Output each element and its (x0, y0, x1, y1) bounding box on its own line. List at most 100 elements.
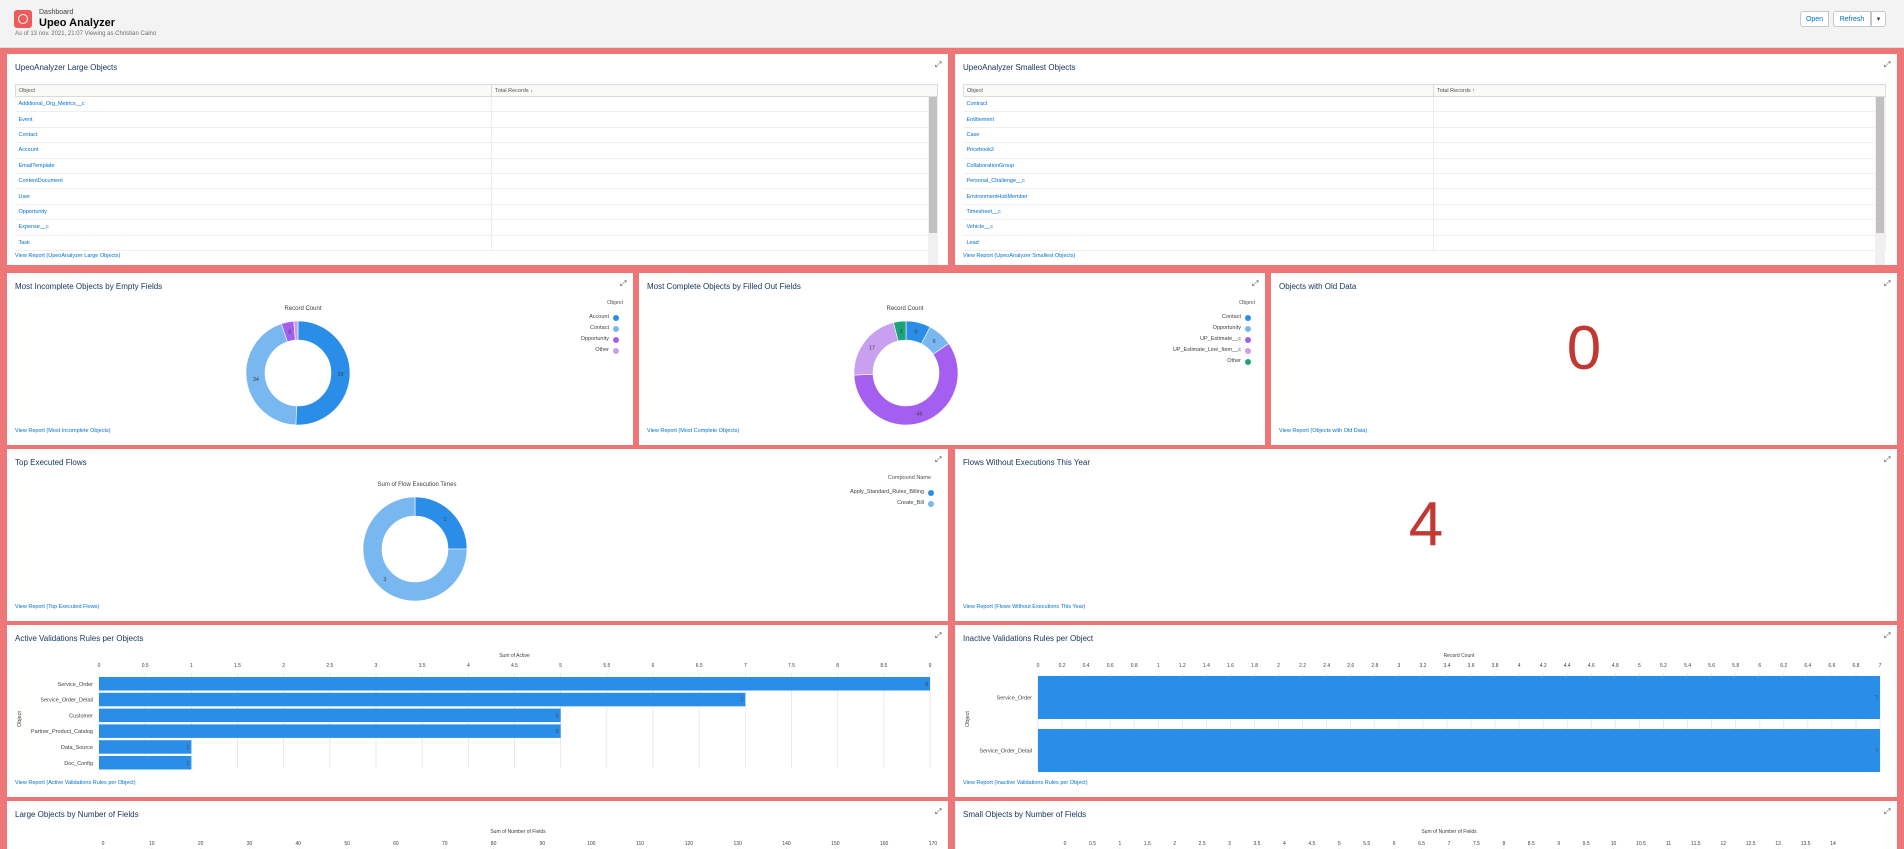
legend-item[interactable]: Other (409, 347, 609, 353)
tick-label: 5.8 (1732, 663, 1739, 669)
tick-label: 0.8 (1131, 663, 1138, 669)
cell-object[interactable]: Personal_Challenge__c (963, 173, 1434, 190)
view-report-link[interactable]: View Report (Inactive Validations Rules … (963, 780, 1088, 786)
cell-object[interactable]: Entitlement (963, 111, 1434, 128)
legend-item[interactable]: Contact (1041, 314, 1241, 320)
column-header-object[interactable]: Object (15, 84, 492, 97)
table-row: Personal_Challenge__c (963, 173, 1886, 190)
cell-object[interactable]: Contact (15, 127, 492, 144)
cell-value: 13 (491, 127, 938, 144)
donut-slice-apply-standard-rules-billing[interactable] (414, 496, 468, 550)
category-label: Data_Source (61, 745, 93, 751)
cell-object[interactable]: User (15, 188, 492, 205)
bar-service-order[interactable] (99, 677, 930, 691)
cell-object[interactable]: Pricebook2 (963, 142, 1434, 159)
view-report-link[interactable]: View Report (Active Validations Rules pe… (15, 780, 136, 786)
cell-object[interactable]: ContentDocument (15, 173, 492, 190)
view-report-link[interactable]: View Report (Flows Without Executions Th… (963, 604, 1085, 610)
header-subtitle: As of 13 nov. 2021, 21:07 Viewing as Chr… (15, 31, 157, 37)
expand-icon[interactable]: ⤢ (1884, 61, 1891, 69)
cell-object[interactable]: Additional_Org_Metrics__c (15, 96, 492, 113)
legend-item[interactable]: Contact (409, 325, 609, 331)
legend-item[interactable]: UP_Estimate_Line_Item__c (1041, 347, 1241, 353)
tick-label: 7 (1448, 841, 1451, 847)
tick-label: 13 (1775, 841, 1781, 847)
chevron-down-icon[interactable]: ▾ (1871, 11, 1886, 27)
cell-object[interactable]: Expense__c (15, 219, 492, 236)
column-header-total[interactable]: Total Records ↓ (491, 84, 938, 97)
legend-item[interactable]: Opportunity (409, 336, 609, 342)
legend-color-dot (613, 348, 619, 354)
column-header-total[interactable]: Total Records ↑ (1433, 84, 1886, 97)
expand-icon[interactable]: ⤢ (935, 456, 942, 464)
table-scrollbar[interactable] (1875, 97, 1885, 265)
legend-item[interactable]: Create_Bill (724, 500, 924, 506)
tick-label: 12.5 (1746, 841, 1756, 847)
bar-doc-config[interactable] (99, 756, 192, 770)
cell-object[interactable]: Account (15, 142, 492, 159)
view-report-link[interactable]: View Report (Top Executed Flows) (15, 604, 99, 610)
scrollbar-thumb[interactable] (1876, 97, 1884, 233)
tick-label: 6.2 (1780, 663, 1787, 669)
top-flows-panel: Top Executed Flows ⤢ Sum of Flow Executi… (7, 449, 948, 621)
legend-item[interactable]: Apply_Standard_Rules_Billing (724, 489, 924, 495)
legend-item[interactable]: Opportunity (1041, 325, 1241, 331)
bar-data-source[interactable] (99, 740, 192, 754)
expand-icon[interactable]: ⤢ (1252, 280, 1259, 288)
cell-object[interactable]: Opportunity (15, 204, 492, 221)
tick-label: 1.6 (1227, 663, 1234, 669)
data-label: 6 (933, 339, 936, 345)
view-report-link[interactable]: View Report (Most Incomplete Objects) (15, 428, 111, 434)
refresh-button[interactable]: Refresh (1833, 11, 1871, 27)
legend-color-dot (1245, 359, 1251, 365)
legend-item[interactable]: UP_Estimate__c (1041, 336, 1241, 342)
tick-label: 6.8 (1852, 663, 1859, 669)
panel-title: UpeoAnalyzer Large Objects (15, 63, 118, 72)
bar-partner-product-catalog[interactable] (99, 724, 561, 738)
bar-customer[interactable] (99, 708, 561, 723)
tick-label: 2 (1173, 841, 1176, 847)
donut-slice-up-estimate-line-item--c[interactable] (853, 322, 899, 376)
cell-object[interactable]: Timesheet__c (963, 204, 1434, 221)
cell-object[interactable]: EmailTemplate (15, 158, 492, 174)
flows-no-exec-panel: Flows Without Executions This Year ⤢ 4 V… (955, 449, 1897, 621)
scrollbar-thumb[interactable] (929, 97, 937, 233)
legend-item[interactable]: Account (409, 314, 609, 320)
view-report-link[interactable]: View Report (Most Complete Objects) (647, 428, 739, 434)
tick-label: 110 (636, 841, 644, 847)
cell-object[interactable]: CollaborationGroup (963, 158, 1434, 174)
bar-service-order-detail[interactable] (99, 692, 746, 707)
table-scrollbar[interactable] (928, 97, 938, 265)
tick-label: 1.5 (234, 663, 241, 669)
expand-icon[interactable]: ⤢ (935, 61, 942, 69)
cell-object[interactable]: Lead (963, 235, 1434, 251)
bar-service-order-detail[interactable] (1038, 729, 1880, 772)
data-label: 7 (741, 698, 744, 704)
dashboard-header: Dashboard Upeo Analyzer As of 13 nov. 20… (0, 0, 1904, 48)
panel-title: Objects with Old Data (1279, 282, 1357, 291)
view-report-link[interactable]: View Report (UpeoAnalyzer Large Objects) (15, 253, 120, 259)
legend-color-dot (1245, 337, 1251, 343)
expand-icon[interactable]: ⤢ (1884, 280, 1891, 288)
tick-label: 2 (1277, 663, 1280, 669)
legend-item[interactable]: Other (1041, 358, 1241, 364)
legend-color-dot (1245, 315, 1251, 321)
expand-icon[interactable]: ⤢ (620, 280, 627, 288)
cell-object[interactable]: Contract (963, 96, 1434, 113)
column-header-object[interactable]: Object (963, 84, 1434, 97)
open-button[interactable]: Open (1800, 11, 1829, 27)
view-report-link[interactable]: View Report (Objects with Old Data) (1279, 428, 1367, 434)
cell-object[interactable]: EnvironmentHubMember (963, 188, 1434, 205)
cell-object[interactable]: Vehicle__c (963, 219, 1434, 236)
cell-object[interactable]: Event (15, 111, 492, 128)
cell-object[interactable]: Case (963, 127, 1434, 144)
cell-object[interactable]: Task (15, 235, 492, 251)
category-label: Customer (69, 713, 93, 719)
tick-label: 3.5 (1254, 841, 1261, 847)
view-report-link[interactable]: View Report (UpeoAnalyzer Smallest Objec… (963, 253, 1075, 259)
bar-service-order[interactable] (1038, 676, 1880, 719)
complete-donut-chart: 6 6 46 17 3 (853, 320, 959, 426)
expand-icon[interactable]: ⤢ (1884, 456, 1891, 464)
cell-value (1433, 111, 1886, 128)
tick-label: 2.4 (1323, 663, 1330, 669)
